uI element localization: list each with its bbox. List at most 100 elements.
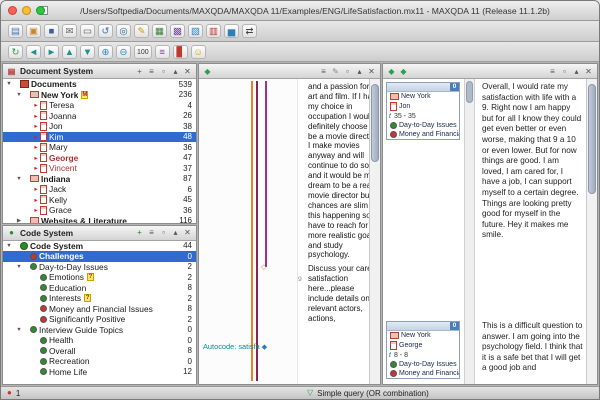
segment-text[interactable]: This is a difficult question to answer. … — [482, 321, 583, 374]
code-row[interactable]: Home Life12 — [3, 367, 196, 378]
undock-panel-icon[interactable]: ▫ — [158, 66, 169, 77]
segment-card-row[interactable]: Day-to-Day Issues — [387, 121, 459, 130]
segment-card-row[interactable]: New York — [387, 92, 459, 101]
retrieval-options-icon[interactable]: ≡ — [547, 66, 558, 77]
code-row[interactable]: ▼Code System44 — [3, 241, 196, 252]
coding-stripe-purple[interactable] — [265, 81, 267, 267]
statistics-icon[interactable]: ▅ — [224, 24, 239, 38]
collapse-twisty-icon[interactable]: ▼ — [15, 264, 23, 270]
coding-stripe-orange[interactable] — [251, 81, 253, 381]
collapse-twisty-icon[interactable]: ▼ — [15, 176, 23, 182]
document-browser-body[interactable]: ◇ and a passion for art and film. If I h… — [199, 79, 380, 384]
document-row[interactable]: ▶Websites & Literature116 — [3, 216, 196, 223]
lexical-search-icon[interactable]: ◎ — [116, 24, 131, 38]
display-settings-icon[interactable]: ≡ — [318, 66, 329, 77]
minimize-window-button[interactable] — [22, 6, 31, 15]
previous-document-icon[interactable]: ◄ — [26, 45, 41, 59]
maximize-panel-icon[interactable]: ▴ — [571, 66, 582, 77]
document-row[interactable]: ▼Indiana87 — [3, 174, 196, 185]
close-panel-icon[interactable]: ✕ — [182, 227, 193, 238]
document-row[interactable]: ▸Kim48 — [3, 132, 196, 143]
next-document-icon[interactable]: ► — [44, 45, 59, 59]
document-row[interactable]: ▸Joanna26 — [3, 111, 196, 122]
zoom-out-icon[interactable]: ⊖ — [116, 45, 131, 59]
undo-icon[interactable]: ↺ — [98, 24, 113, 38]
document-row[interactable]: ▼Documents539 — [3, 79, 196, 90]
code-row[interactable]: Health0 — [3, 335, 196, 346]
code-row[interactable]: Education8 — [3, 283, 196, 294]
code-row[interactable]: Overall8 — [3, 346, 196, 357]
collapse-twisty-icon[interactable]: ▼ — [15, 327, 23, 333]
memo-icon[interactable]: M — [81, 91, 88, 99]
close-panel-icon[interactable]: ✕ — [182, 66, 193, 77]
document-row[interactable]: ▸Mary36 — [3, 142, 196, 153]
segment-card-row[interactable]: Money and Financial Is... — [387, 130, 459, 139]
coding-stripe-maroon[interactable] — [256, 81, 258, 381]
code-row[interactable]: Emotions?2 — [3, 272, 196, 283]
open-project-icon[interactable]: ▣ — [26, 24, 41, 38]
new-document-group-icon[interactable]: + — [134, 66, 145, 77]
undock-panel-icon[interactable]: ▫ — [342, 66, 353, 77]
document-row[interactable]: ▸George47 — [3, 153, 196, 164]
code-row[interactable]: Money and Financial Issues8 — [3, 304, 196, 315]
memo-manager-icon[interactable]: ✎ — [134, 24, 149, 38]
segment-card-row[interactable]: New York — [387, 331, 459, 340]
document-row[interactable]: ▸Vincent37 — [3, 163, 196, 174]
code-row[interactable]: Significantly Positive2 — [3, 314, 196, 325]
document-row[interactable]: ▸Teresa4 — [3, 100, 196, 111]
refresh-activation-icon[interactable]: ↻ — [8, 45, 23, 59]
retrieved-segments-scrollbar[interactable] — [586, 79, 597, 384]
printer-icon[interactable]: ▭ — [80, 24, 95, 38]
maximize-panel-icon[interactable]: ▴ — [354, 66, 365, 77]
code-row[interactable]: ▼Day-to-Day Issues2 — [3, 262, 196, 273]
code-settings-icon[interactable]: ≡ — [146, 227, 157, 238]
collapse-twisty-icon[interactable]: ▼ — [15, 92, 23, 98]
code-matrix-browser-icon[interactable]: ▩ — [170, 24, 185, 38]
close-panel-icon[interactable]: ✕ — [583, 66, 594, 77]
document-row[interactable]: ▸Jack6 — [3, 184, 196, 195]
document-row[interactable]: ▸Grace36 — [3, 205, 196, 216]
document-browser-scrollbar[interactable] — [369, 79, 380, 384]
code-row[interactable]: Interests?2 — [3, 293, 196, 304]
coding-stripes-toggle-icon[interactable]: ≡ — [155, 45, 170, 59]
maximize-panel-icon[interactable]: ▴ — [170, 66, 181, 77]
memo-icon[interactable]: ? — [84, 294, 91, 302]
close-window-button[interactable] — [8, 6, 17, 15]
next-segment-icon[interactable]: ▼ — [80, 45, 95, 59]
close-panel-icon[interactable]: ✕ — [366, 66, 377, 77]
document-row[interactable]: ▸Kelly45 — [3, 195, 196, 206]
overview-codings-icon[interactable]: ▦ — [152, 24, 167, 38]
document-row[interactable]: ▸Jon38 — [3, 121, 196, 132]
activated-documents-icon[interactable]: ● — [7, 388, 12, 398]
email-icon[interactable]: ✉ — [62, 24, 77, 38]
collapse-twisty-icon[interactable]: ▼ — [5, 243, 13, 249]
segment-card-row[interactable]: George — [387, 340, 459, 351]
segment-text[interactable]: Overall, I would rate my satisfaction wi… — [482, 82, 583, 241]
undock-panel-icon[interactable]: ▫ — [559, 66, 570, 77]
coding-stripes-area[interactable]: ◇ — [199, 79, 298, 384]
edit-mode-icon[interactable]: ✎ — [330, 66, 341, 77]
new-project-icon[interactable]: ▤ — [8, 24, 23, 38]
scrollbar-thumb[interactable] — [371, 84, 379, 162]
code-row[interactable]: Challenges0 — [3, 251, 196, 262]
code-row[interactable]: Recreation0 — [3, 356, 196, 367]
segment-card-row[interactable]: Day-to-Day Issues — [387, 360, 459, 369]
new-code-icon[interactable]: + — [134, 227, 145, 238]
scrollbar-thumb[interactable] — [588, 84, 596, 194]
query-mode-group[interactable]: ▽ Simple query (OR combination) — [307, 388, 429, 398]
document-settings-icon[interactable]: ≡ — [146, 66, 157, 77]
code-row[interactable]: ▼Interview Guide Topics0 — [3, 325, 196, 336]
document-portrait-icon[interactable]: ▥ — [206, 24, 221, 38]
segment-card-row[interactable]: Jon — [387, 101, 459, 112]
maximize-panel-icon[interactable]: ▴ — [170, 227, 181, 238]
collapse-twisty-icon[interactable]: ▼ — [5, 81, 13, 87]
scrollbar-thumb[interactable] — [466, 81, 473, 103]
segments-inner-scrollbar[interactable] — [464, 79, 475, 384]
segment-info-card[interactable]: 0New YorkJont35 - 35Day-to-Day IssuesMon… — [386, 82, 460, 140]
zoom-in-icon[interactable]: ⊕ — [98, 45, 113, 59]
undock-panel-icon[interactable]: ▫ — [158, 227, 169, 238]
previous-segment-icon[interactable]: ▲ — [62, 45, 77, 59]
previous-retrieved-segment-icon[interactable]: ◆ — [386, 66, 397, 77]
title-bar[interactable]: /Users/Softpedia/Documents/MAXQDA/MAXQDA… — [1, 1, 599, 21]
document-row[interactable]: ▼New YorkM236 — [3, 90, 196, 101]
